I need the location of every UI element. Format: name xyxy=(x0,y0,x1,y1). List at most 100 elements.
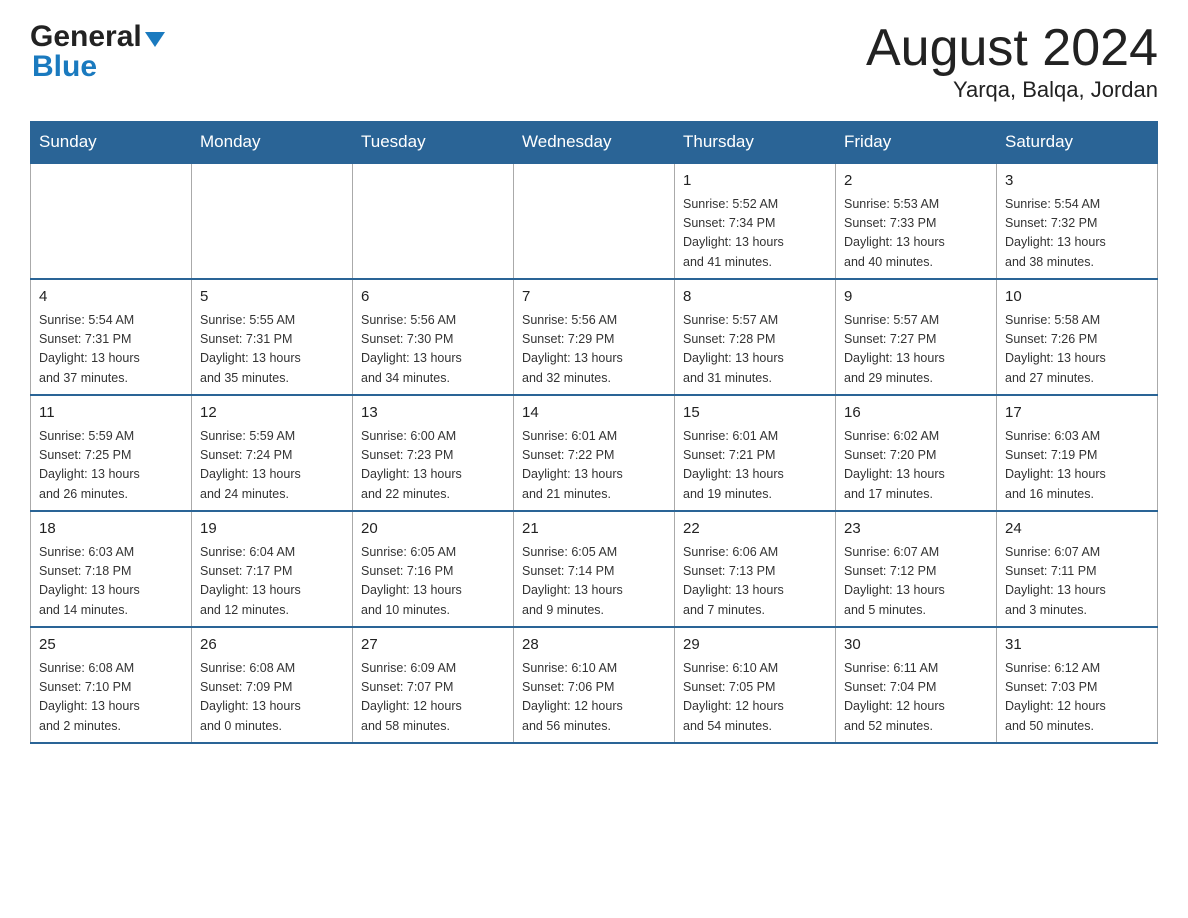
calendar-week-row: 4Sunrise: 5:54 AM Sunset: 7:31 PM Daylig… xyxy=(31,279,1158,395)
day-info: Sunrise: 6:01 AM Sunset: 7:22 PM Dayligh… xyxy=(522,427,666,505)
calendar-week-row: 1Sunrise: 5:52 AM Sunset: 7:34 PM Daylig… xyxy=(31,163,1158,279)
day-number: 25 xyxy=(39,634,183,657)
day-number: 2 xyxy=(844,170,988,193)
day-info: Sunrise: 6:10 AM Sunset: 7:05 PM Dayligh… xyxy=(683,659,827,737)
weekday-header-saturday: Saturday xyxy=(997,122,1158,164)
day-number: 9 xyxy=(844,286,988,309)
day-number: 22 xyxy=(683,518,827,541)
calendar-cell: 23Sunrise: 6:07 AM Sunset: 7:12 PM Dayli… xyxy=(836,511,997,627)
logo-triangle-icon xyxy=(145,32,165,47)
day-info: Sunrise: 5:54 AM Sunset: 7:32 PM Dayligh… xyxy=(1005,195,1149,273)
calendar-cell: 10Sunrise: 5:58 AM Sunset: 7:26 PM Dayli… xyxy=(997,279,1158,395)
day-info: Sunrise: 6:06 AM Sunset: 7:13 PM Dayligh… xyxy=(683,543,827,621)
calendar-cell: 16Sunrise: 6:02 AM Sunset: 7:20 PM Dayli… xyxy=(836,395,997,511)
day-number: 12 xyxy=(200,402,344,425)
day-info: Sunrise: 6:03 AM Sunset: 7:18 PM Dayligh… xyxy=(39,543,183,621)
day-info: Sunrise: 5:56 AM Sunset: 7:29 PM Dayligh… xyxy=(522,311,666,389)
calendar-cell: 12Sunrise: 5:59 AM Sunset: 7:24 PM Dayli… xyxy=(192,395,353,511)
day-info: Sunrise: 6:04 AM Sunset: 7:17 PM Dayligh… xyxy=(200,543,344,621)
weekday-header-wednesday: Wednesday xyxy=(514,122,675,164)
calendar-cell: 24Sunrise: 6:07 AM Sunset: 7:11 PM Dayli… xyxy=(997,511,1158,627)
calendar-cell: 27Sunrise: 6:09 AM Sunset: 7:07 PM Dayli… xyxy=(353,627,514,743)
calendar-cell: 8Sunrise: 5:57 AM Sunset: 7:28 PM Daylig… xyxy=(675,279,836,395)
weekday-header-friday: Friday xyxy=(836,122,997,164)
day-number: 15 xyxy=(683,402,827,425)
calendar-cell: 1Sunrise: 5:52 AM Sunset: 7:34 PM Daylig… xyxy=(675,163,836,279)
day-number: 19 xyxy=(200,518,344,541)
day-number: 4 xyxy=(39,286,183,309)
day-number: 8 xyxy=(683,286,827,309)
calendar-cell xyxy=(31,163,192,279)
day-info: Sunrise: 6:00 AM Sunset: 7:23 PM Dayligh… xyxy=(361,427,505,505)
calendar-week-row: 25Sunrise: 6:08 AM Sunset: 7:10 PM Dayli… xyxy=(31,627,1158,743)
day-number: 6 xyxy=(361,286,505,309)
calendar-cell: 14Sunrise: 6:01 AM Sunset: 7:22 PM Dayli… xyxy=(514,395,675,511)
day-info: Sunrise: 6:08 AM Sunset: 7:10 PM Dayligh… xyxy=(39,659,183,737)
day-number: 28 xyxy=(522,634,666,657)
calendar-cell xyxy=(192,163,353,279)
day-info: Sunrise: 5:59 AM Sunset: 7:24 PM Dayligh… xyxy=(200,427,344,505)
calendar-subtitle: Yarqa, Balqa, Jordan xyxy=(866,77,1158,103)
calendar-cell: 22Sunrise: 6:06 AM Sunset: 7:13 PM Dayli… xyxy=(675,511,836,627)
day-info: Sunrise: 6:03 AM Sunset: 7:19 PM Dayligh… xyxy=(1005,427,1149,505)
calendar-cell: 3Sunrise: 5:54 AM Sunset: 7:32 PM Daylig… xyxy=(997,163,1158,279)
day-info: Sunrise: 6:01 AM Sunset: 7:21 PM Dayligh… xyxy=(683,427,827,505)
calendar-cell: 4Sunrise: 5:54 AM Sunset: 7:31 PM Daylig… xyxy=(31,279,192,395)
calendar-cell: 30Sunrise: 6:11 AM Sunset: 7:04 PM Dayli… xyxy=(836,627,997,743)
logo-blue-text: Blue xyxy=(32,50,97,84)
day-info: Sunrise: 6:08 AM Sunset: 7:09 PM Dayligh… xyxy=(200,659,344,737)
calendar-header-row: SundayMondayTuesdayWednesdayThursdayFrid… xyxy=(31,122,1158,164)
day-number: 29 xyxy=(683,634,827,657)
logo: General Blue xyxy=(30,20,165,84)
day-info: Sunrise: 5:53 AM Sunset: 7:33 PM Dayligh… xyxy=(844,195,988,273)
calendar-cell: 21Sunrise: 6:05 AM Sunset: 7:14 PM Dayli… xyxy=(514,511,675,627)
day-number: 10 xyxy=(1005,286,1149,309)
calendar-cell: 19Sunrise: 6:04 AM Sunset: 7:17 PM Dayli… xyxy=(192,511,353,627)
day-number: 11 xyxy=(39,402,183,425)
day-info: Sunrise: 5:57 AM Sunset: 7:27 PM Dayligh… xyxy=(844,311,988,389)
weekday-header-sunday: Sunday xyxy=(31,122,192,164)
day-number: 7 xyxy=(522,286,666,309)
calendar-cell xyxy=(353,163,514,279)
day-info: Sunrise: 6:11 AM Sunset: 7:04 PM Dayligh… xyxy=(844,659,988,737)
calendar-cell: 17Sunrise: 6:03 AM Sunset: 7:19 PM Dayli… xyxy=(997,395,1158,511)
day-number: 31 xyxy=(1005,634,1149,657)
calendar-cell: 29Sunrise: 6:10 AM Sunset: 7:05 PM Dayli… xyxy=(675,627,836,743)
day-info: Sunrise: 5:59 AM Sunset: 7:25 PM Dayligh… xyxy=(39,427,183,505)
calendar-title-block: August 2024 Yarqa, Balqa, Jordan xyxy=(866,20,1158,103)
day-number: 30 xyxy=(844,634,988,657)
day-info: Sunrise: 6:12 AM Sunset: 7:03 PM Dayligh… xyxy=(1005,659,1149,737)
day-info: Sunrise: 6:05 AM Sunset: 7:14 PM Dayligh… xyxy=(522,543,666,621)
calendar-cell: 18Sunrise: 6:03 AM Sunset: 7:18 PM Dayli… xyxy=(31,511,192,627)
day-info: Sunrise: 6:10 AM Sunset: 7:06 PM Dayligh… xyxy=(522,659,666,737)
calendar-cell: 26Sunrise: 6:08 AM Sunset: 7:09 PM Dayli… xyxy=(192,627,353,743)
day-info: Sunrise: 5:52 AM Sunset: 7:34 PM Dayligh… xyxy=(683,195,827,273)
day-info: Sunrise: 5:54 AM Sunset: 7:31 PM Dayligh… xyxy=(39,311,183,389)
day-info: Sunrise: 6:07 AM Sunset: 7:11 PM Dayligh… xyxy=(1005,543,1149,621)
calendar-cell: 28Sunrise: 6:10 AM Sunset: 7:06 PM Dayli… xyxy=(514,627,675,743)
calendar-title: August 2024 xyxy=(866,20,1158,77)
calendar-cell: 5Sunrise: 5:55 AM Sunset: 7:31 PM Daylig… xyxy=(192,279,353,395)
day-number: 14 xyxy=(522,402,666,425)
logo-general-text: General xyxy=(30,20,142,54)
day-info: Sunrise: 6:05 AM Sunset: 7:16 PM Dayligh… xyxy=(361,543,505,621)
calendar-cell: 25Sunrise: 6:08 AM Sunset: 7:10 PM Dayli… xyxy=(31,627,192,743)
calendar-cell: 13Sunrise: 6:00 AM Sunset: 7:23 PM Dayli… xyxy=(353,395,514,511)
day-info: Sunrise: 6:07 AM Sunset: 7:12 PM Dayligh… xyxy=(844,543,988,621)
day-number: 1 xyxy=(683,170,827,193)
calendar-cell: 2Sunrise: 5:53 AM Sunset: 7:33 PM Daylig… xyxy=(836,163,997,279)
calendar-cell: 7Sunrise: 5:56 AM Sunset: 7:29 PM Daylig… xyxy=(514,279,675,395)
day-number: 21 xyxy=(522,518,666,541)
calendar-cell: 9Sunrise: 5:57 AM Sunset: 7:27 PM Daylig… xyxy=(836,279,997,395)
day-number: 18 xyxy=(39,518,183,541)
day-number: 23 xyxy=(844,518,988,541)
calendar-table: SundayMondayTuesdayWednesdayThursdayFrid… xyxy=(30,121,1158,744)
weekday-header-monday: Monday xyxy=(192,122,353,164)
day-number: 27 xyxy=(361,634,505,657)
calendar-week-row: 18Sunrise: 6:03 AM Sunset: 7:18 PM Dayli… xyxy=(31,511,1158,627)
day-info: Sunrise: 5:57 AM Sunset: 7:28 PM Dayligh… xyxy=(683,311,827,389)
day-number: 3 xyxy=(1005,170,1149,193)
day-info: Sunrise: 5:58 AM Sunset: 7:26 PM Dayligh… xyxy=(1005,311,1149,389)
day-number: 17 xyxy=(1005,402,1149,425)
calendar-cell: 15Sunrise: 6:01 AM Sunset: 7:21 PM Dayli… xyxy=(675,395,836,511)
